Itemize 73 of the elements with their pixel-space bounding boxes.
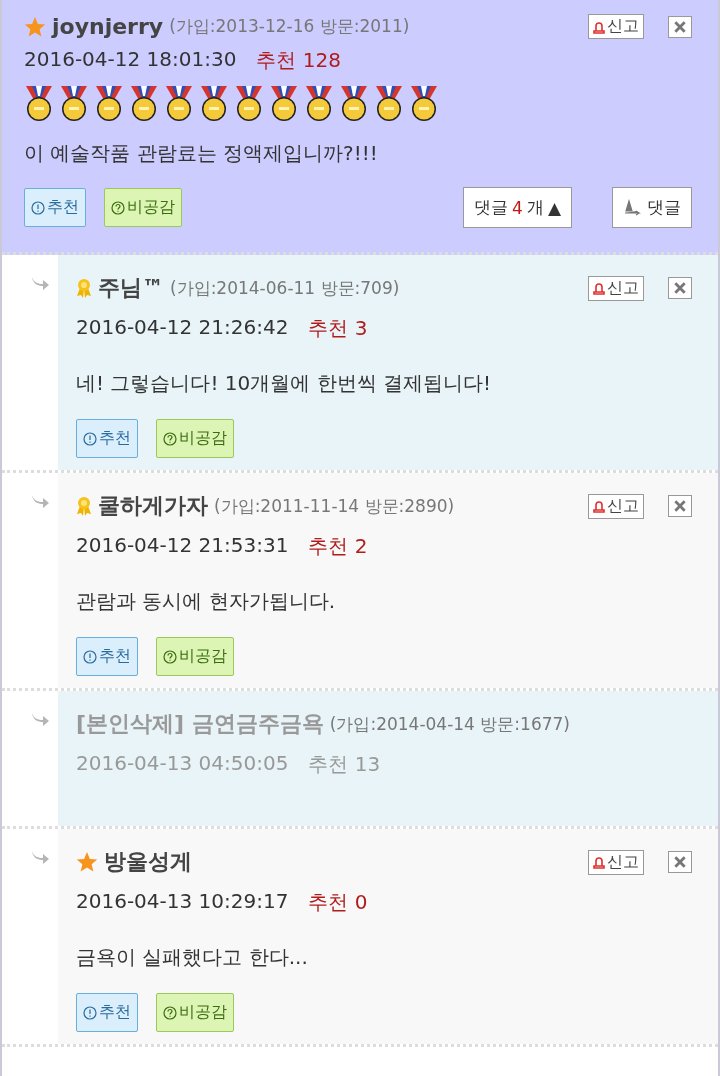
question-icon: [111, 200, 125, 215]
dislike-button[interactable]: 비공감: [156, 993, 234, 1032]
close-button[interactable]: [668, 851, 692, 873]
recommend-count: 추천 0: [308, 889, 368, 916]
comment-body: 네! 그렇습니다! 10개월에 한번씩 결제됩니다!: [76, 370, 492, 397]
medal-icon: [269, 86, 299, 122]
reply-button[interactable]: 댓글: [612, 187, 692, 228]
reply-arrow-icon: [30, 849, 50, 865]
comments-toggle[interactable]: 댓글 4 개 ▲: [463, 187, 572, 228]
dislike-button[interactable]: 비공감: [156, 637, 234, 676]
close-icon: [673, 19, 687, 34]
reply-arrow-icon: [30, 275, 50, 291]
question-icon: [163, 649, 177, 664]
recommend-count: 추천 13: [308, 751, 381, 778]
recommend-button[interactable]: 추천: [76, 637, 138, 676]
report-button[interactable]: 신고: [588, 275, 644, 301]
recommend-button[interactable]: 추천: [76, 993, 138, 1032]
member-info: (가입:2014-04-14 방문:1677): [329, 712, 570, 736]
medal-icon: [164, 86, 194, 122]
author-name[interactable]: joynjerry: [52, 14, 164, 39]
recommend-count: 추천 128: [256, 47, 341, 74]
close-icon: [673, 281, 687, 295]
bell-icon: [593, 499, 605, 513]
recommend-button[interactable]: 추천: [24, 188, 86, 227]
medal-icon: [59, 86, 89, 122]
medal-icon: [374, 86, 404, 122]
question-icon: [163, 431, 177, 446]
comment-date: 2016-04-13 04:50:05: [76, 751, 289, 777]
author-name[interactable]: 방울성게: [104, 847, 192, 877]
comment-date: 2016-04-13 10:29:17: [76, 889, 289, 915]
reply-icon: [623, 198, 643, 217]
medal-icon: [94, 86, 124, 122]
medal-icon: [409, 86, 439, 122]
recommend-count: 추천 3: [308, 315, 368, 342]
member-info: (가입:2013-12-16 방문:2011): [169, 15, 410, 38]
medal-icon: [199, 86, 229, 122]
bell-icon: [593, 281, 605, 295]
post-body: 이 예술작품 관람료는 정액제입니까?!!!: [24, 140, 379, 167]
exclamation-icon: [83, 649, 97, 664]
report-button[interactable]: 신고: [588, 14, 644, 39]
medal-icon: [234, 86, 264, 122]
close-icon: [673, 855, 687, 869]
close-icon: [673, 499, 687, 513]
reply-arrow-icon: [30, 711, 50, 727]
close-button[interactable]: [668, 277, 692, 299]
recommend-count: 추천 2: [308, 533, 368, 560]
medal-icon: [129, 86, 159, 122]
exclamation-icon: [83, 431, 97, 446]
comment-date: 2016-04-12 21:26:42: [76, 315, 289, 341]
bell-icon: [593, 19, 605, 34]
post-date: 2016-04-12 18:01:30: [24, 47, 237, 73]
report-button[interactable]: 신고: [588, 849, 644, 875]
dislike-button[interactable]: 비공감: [104, 188, 182, 227]
close-button[interactable]: [668, 495, 692, 517]
bell-icon: [593, 855, 605, 869]
exclamation-icon: [83, 1005, 97, 1020]
author-name[interactable]: 쿨하게가자: [98, 491, 208, 521]
member-info: (가입:2014-06-11 방문:709): [170, 276, 400, 300]
dislike-button[interactable]: 비공감: [156, 419, 234, 458]
member-info: (가입:2011-11-14 방문:2890): [214, 494, 455, 518]
close-button[interactable]: [668, 15, 692, 38]
medal-icon: [304, 86, 334, 122]
medal-icon: [24, 86, 54, 122]
comment-date: 2016-04-12 21:53:31: [76, 533, 289, 559]
medal-icon: [339, 86, 369, 122]
comment-body: 금욕이 실패했다고 한다...: [76, 944, 309, 971]
reply-arrow-icon: [30, 493, 50, 509]
author-name[interactable]: 주님™: [98, 273, 164, 303]
recommend-button[interactable]: 추천: [76, 419, 138, 458]
comment-body: 관람과 동시에 현자가됩니다.: [76, 588, 337, 615]
exclamation-icon: [31, 200, 45, 215]
question-icon: [163, 1005, 177, 1020]
report-button[interactable]: 신고: [588, 493, 644, 519]
